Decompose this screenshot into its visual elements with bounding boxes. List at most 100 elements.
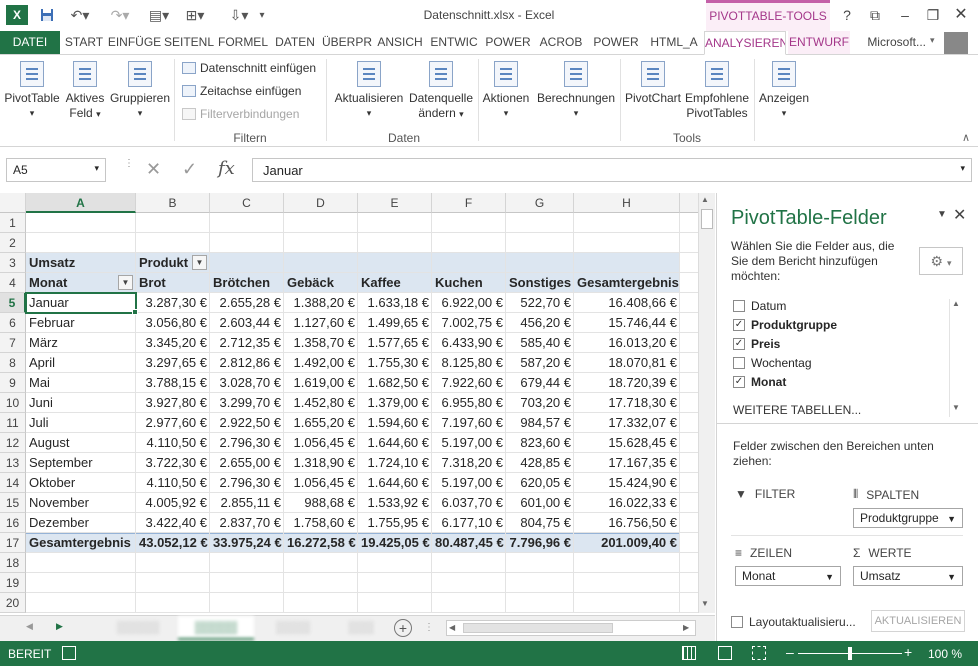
sheet-tab[interactable]: ▒▒▒: [332, 616, 390, 640]
field-datum[interactable]: Datum: [733, 299, 786, 313]
checkbox[interactable]: ✓: [733, 338, 745, 350]
pivot-header-cell[interactable]: Gebäck: [284, 273, 358, 293]
pivot-header-cell[interactable]: Sonstiges: [506, 273, 574, 293]
value-cell[interactable]: 6.433,90 €: [432, 333, 506, 353]
pivot-header-cell[interactable]: Kaffee: [358, 273, 432, 293]
horizontal-scrollbar[interactable]: ◀ ▶: [446, 620, 696, 636]
value-cell[interactable]: 16.756,50 €: [574, 513, 680, 533]
split-handle-icon[interactable]: ⋮: [424, 622, 434, 633]
row-header-8[interactable]: 8: [0, 353, 26, 373]
scroll-right-icon[interactable]: ▶: [683, 623, 689, 632]
close-pane-icon[interactable]: ✕: [953, 205, 966, 225]
row-header-10[interactable]: 10: [0, 393, 26, 413]
value-cell[interactable]: 1.127,60 €: [284, 313, 358, 333]
scroll-left-icon[interactable]: ◀: [449, 623, 455, 632]
row-header-18[interactable]: 18: [0, 553, 26, 573]
row-header-14[interactable]: 14: [0, 473, 26, 493]
row-label-cell[interactable]: März: [26, 333, 136, 353]
value-cell[interactable]: 16.013,20 €: [574, 333, 680, 353]
value-cell[interactable]: 7.922,60 €: [432, 373, 506, 393]
row-header-1[interactable]: 1: [0, 213, 26, 233]
tab-html[interactable]: HTML_A: [645, 31, 703, 54]
value-cell[interactable]: 1.655,20 €: [284, 413, 358, 433]
value-cell[interactable]: 2.796,30 €: [210, 433, 284, 453]
pane-options-icon[interactable]: ▼: [937, 209, 947, 220]
value-cell[interactable]: 7.197,60 €: [432, 413, 506, 433]
value-cell[interactable]: 2.855,11 €: [210, 493, 284, 513]
pivotchart-button[interactable]: PivotChart: [622, 57, 684, 106]
column-header-f[interactable]: F: [432, 193, 506, 213]
value-cell[interactable]: 3.422,40 €: [136, 513, 210, 533]
value-cell[interactable]: 2.796,30 €: [210, 473, 284, 493]
tab-power-2[interactable]: POWER: [589, 31, 643, 54]
value-cell[interactable]: 2.603,44 €: [210, 313, 284, 333]
row-header-12[interactable]: 12: [0, 433, 26, 453]
row-label-cell[interactable]: Mai: [26, 373, 136, 393]
checkbox[interactable]: ✓: [733, 319, 745, 331]
value-cell[interactable]: 620,05 €: [506, 473, 574, 493]
row-header-19[interactable]: 19: [0, 573, 26, 593]
weitere-tabellen-link[interactable]: WEITERE TABELLEN...: [733, 403, 861, 417]
tab-seitenlayout[interactable]: SEITENL: [163, 31, 215, 54]
value-cell[interactable]: 18.070,81 €: [574, 353, 680, 373]
prev-sheet-icon[interactable]: ◀: [26, 621, 33, 632]
avatar[interactable]: [944, 32, 968, 54]
sheet-tab[interactable]: ▒▒▒▒▒: [100, 616, 176, 640]
row-label-cell[interactable]: September: [26, 453, 136, 473]
column-header-b[interactable]: B: [136, 193, 210, 213]
row-label-cell[interactable]: August: [26, 433, 136, 453]
field-wochentag[interactable]: Wochentag: [733, 356, 812, 370]
formula-input[interactable]: Januar ▾: [252, 158, 972, 182]
value-cell[interactable]: 2.977,60 €: [136, 413, 210, 433]
value-cell[interactable]: 1.633,18 €: [358, 293, 432, 313]
value-cell[interactable]: 703,20 €: [506, 393, 574, 413]
value-cell[interactable]: 1.056,45 €: [284, 433, 358, 453]
werte-item-dropdown[interactable]: Umsatz ▼: [853, 566, 963, 586]
value-cell[interactable]: 18.720,39 €: [574, 373, 680, 393]
page-break-view-icon[interactable]: [752, 646, 766, 660]
minimize-icon[interactable]: –: [892, 4, 918, 26]
row-header-13[interactable]: 13: [0, 453, 26, 473]
value-cell[interactable]: 1.056,45 €: [284, 473, 358, 493]
value-cell[interactable]: 428,85 €: [506, 453, 574, 473]
aktualisieren-button[interactable]: AKTUALISIEREN: [871, 610, 965, 632]
scroll-up-icon[interactable]: ▲: [952, 299, 960, 308]
checkbox[interactable]: ✓: [733, 376, 745, 388]
maximize-icon[interactable]: ❐: [920, 4, 946, 26]
next-sheet-icon[interactable]: ▶: [56, 621, 63, 632]
value-cell[interactable]: 601,00 €: [506, 493, 574, 513]
row-header-9[interactable]: 9: [0, 373, 26, 393]
grand-total-cell[interactable]: 43.052,12 €: [136, 533, 210, 553]
datenschnitt-einfuegen-button[interactable]: Datenschnitt einfügen: [182, 61, 316, 75]
value-cell[interactable]: 3.722,30 €: [136, 453, 210, 473]
pivot-header-cell[interactable]: Brötchen: [210, 273, 284, 293]
chevron-down-icon[interactable]: ▾: [930, 35, 935, 46]
worksheet-grid[interactable]: A B C D E F G H 1 2 3 4 5 6 7 8 9 10 11 12 13 14 15 16 17 18 19 20 U…: [0, 193, 698, 613]
value-cell[interactable]: 1.755,30 €: [358, 353, 432, 373]
value-cell[interactable]: 1.594,60 €: [358, 413, 432, 433]
field-preis[interactable]: ✓ Preis: [733, 337, 780, 351]
scroll-thumb[interactable]: [463, 623, 613, 633]
value-cell[interactable]: 984,57 €: [506, 413, 574, 433]
value-cell[interactable]: 4.005,92 €: [136, 493, 210, 513]
grand-total-cell[interactable]: 33.975,24 €: [210, 533, 284, 553]
grand-total-cell[interactable]: 19.425,05 €: [358, 533, 432, 553]
row-label-cell[interactable]: April: [26, 353, 136, 373]
grand-total-cell[interactable]: Gesamtergebnis: [26, 533, 136, 553]
tab-power-1[interactable]: POWER: [483, 31, 533, 54]
value-cell[interactable]: 1.492,00 €: [284, 353, 358, 373]
column-header-g[interactable]: G: [506, 193, 574, 213]
value-cell[interactable]: 3.345,20 €: [136, 333, 210, 353]
value-cell[interactable]: 1.755,95 €: [358, 513, 432, 533]
value-cell[interactable]: 2.712,35 €: [210, 333, 284, 353]
filterverbindungen-button[interactable]: Filterverbindungen: [182, 107, 299, 121]
value-cell[interactable]: 804,75 €: [506, 513, 574, 533]
value-cell[interactable]: 5.197,00 €: [432, 433, 506, 453]
zeitachse-einfuegen-button[interactable]: Zeitachse einfügen: [182, 84, 301, 98]
value-cell[interactable]: 17.332,07 €: [574, 413, 680, 433]
sheet-tab[interactable]: ▒▒▒▒: [256, 616, 330, 640]
scroll-thumb[interactable]: [701, 209, 713, 229]
tab-entwurf[interactable]: ENTWURF: [788, 31, 850, 54]
value-cell[interactable]: 3.297,65 €: [136, 353, 210, 373]
zoom-level[interactable]: 100 %: [928, 647, 962, 661]
